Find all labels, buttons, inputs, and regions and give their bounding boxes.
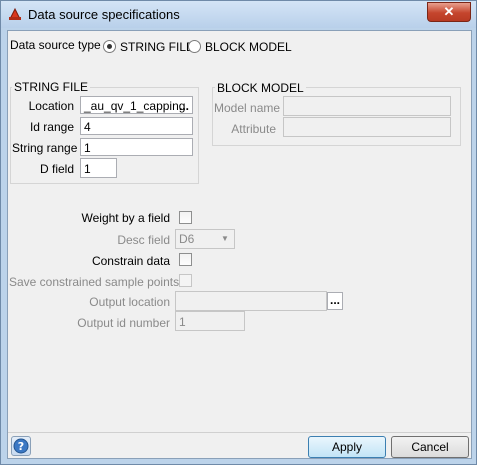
desc-field-dropdown[interactable]: D6 ▼ [175, 229, 235, 249]
output-location-browse-button[interactable]: ... [327, 292, 343, 310]
close-button[interactable]: ✕ [427, 2, 471, 22]
data-source-type-label: Data source type [10, 38, 101, 52]
location-label: Location [28, 99, 74, 113]
desc-field-value: D6 [179, 232, 195, 246]
radio-selected-dot [107, 44, 112, 49]
cancel-button[interactable]: Cancel [391, 436, 469, 458]
apply-button[interactable]: Apply [308, 436, 386, 458]
window-title: Data source specifications [28, 7, 180, 22]
help-button[interactable]: ? [11, 436, 31, 456]
save-points-checkbox[interactable] [179, 274, 192, 287]
d-field-label: D field [39, 162, 74, 176]
attribute-input[interactable] [283, 117, 451, 137]
output-id-input[interactable]: 1 [175, 311, 245, 331]
string-file-group-title: STRING FILE [12, 80, 91, 94]
model-name-input[interactable] [283, 96, 451, 116]
string-range-input[interactable]: 1 [80, 138, 193, 156]
output-id-label: Output id number [77, 316, 170, 330]
output-location-input[interactable] [175, 291, 327, 311]
radio-string-file-label[interactable]: STRING FILE [120, 40, 194, 54]
id-range-input[interactable]: 4 [80, 117, 193, 135]
location-field[interactable]: _au_qv_1_capping ... [80, 96, 193, 114]
radio-block-model-label[interactable]: BLOCK MODEL [205, 40, 292, 54]
dialog-window: Data source specifications ✕ Data source… [0, 0, 477, 465]
button-bar: ? Apply Cancel [8, 432, 471, 459]
app-icon [9, 7, 21, 20]
block-model-group-title: BLOCK MODEL [215, 81, 306, 95]
title-bar[interactable]: Data source specifications ✕ [1, 1, 476, 28]
radio-block-model[interactable] [188, 40, 201, 53]
weight-by-field-label: Weight by a field [81, 211, 171, 225]
radio-string-file[interactable] [103, 40, 116, 53]
d-field-input[interactable]: 1 [80, 158, 117, 178]
location-browse-button[interactable]: ... [179, 97, 189, 113]
help-icon: ? [13, 438, 29, 454]
save-points-label: Save constrained sample points? [9, 275, 186, 289]
chevron-down-icon: ▼ [221, 234, 229, 243]
desc-field-label: Desc field [117, 233, 170, 247]
id-range-label: Id range [29, 120, 74, 134]
model-name-label: Model name [214, 101, 281, 115]
string-range-label: String range [12, 141, 78, 155]
constrain-data-checkbox[interactable] [179, 253, 192, 266]
weight-by-field-checkbox[interactable] [179, 211, 192, 224]
constrain-data-label: Constrain data [91, 254, 170, 268]
location-value: _au_qv_1_capping [84, 99, 186, 113]
output-location-label: Output location [89, 295, 170, 309]
svg-text:?: ? [18, 440, 24, 453]
dialog-content: Data source type STRING FILE BLOCK MODEL… [7, 30, 472, 459]
attribute-label: Attribute [231, 122, 276, 136]
